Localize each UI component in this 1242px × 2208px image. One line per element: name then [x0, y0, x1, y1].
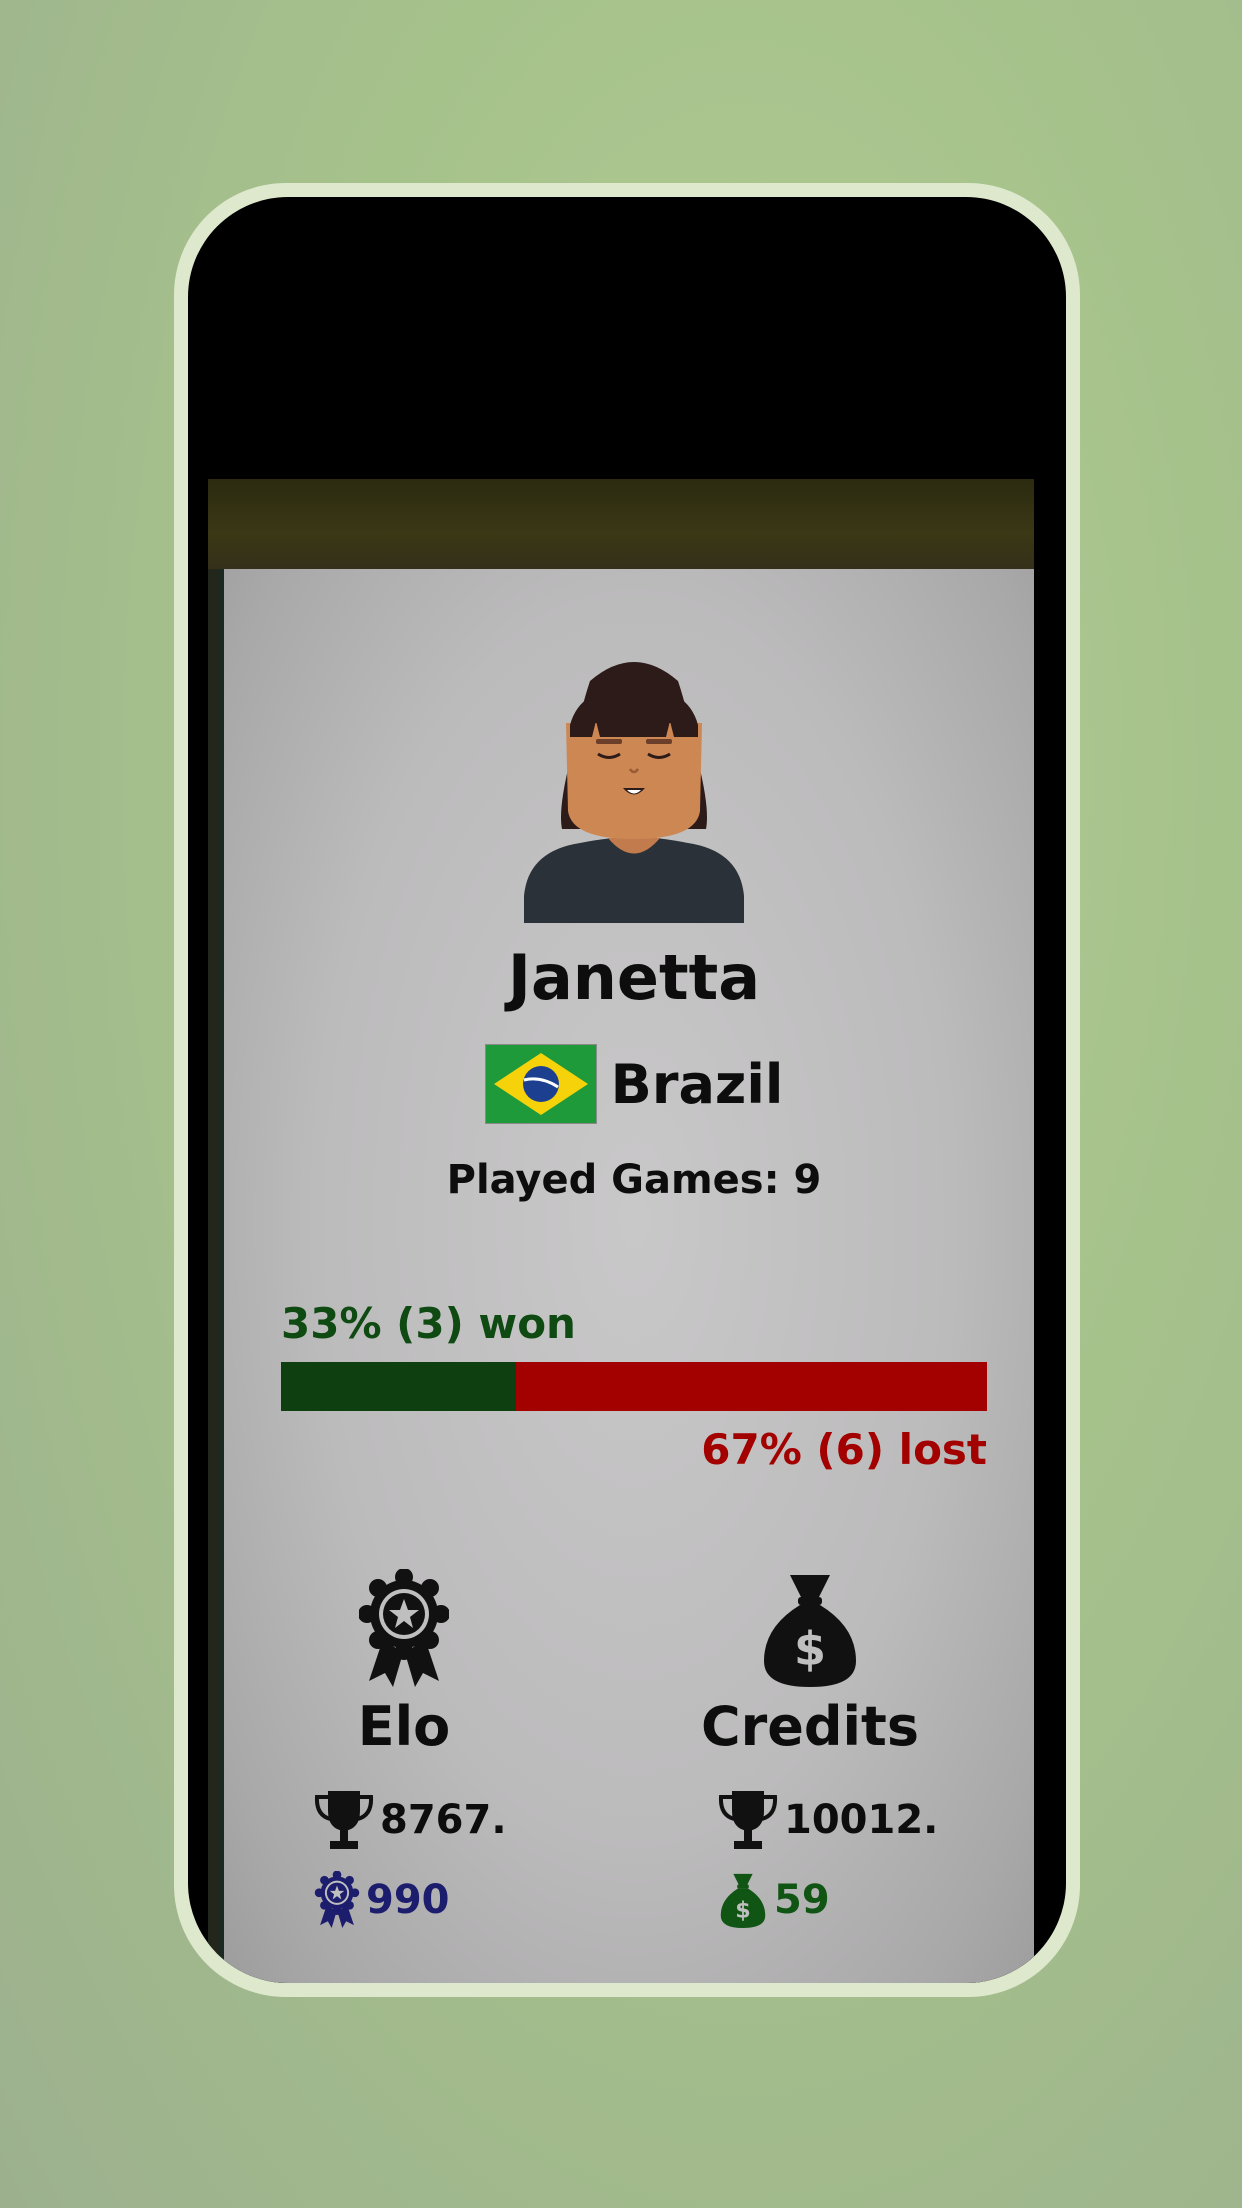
award-medal-icon [314, 1871, 360, 1929]
elo-section: Elo [254, 1569, 554, 1758]
svg-text:$: $ [794, 1622, 826, 1676]
phone-frame: Janetta Brazil Played Games: 9 33% (3) w… [174, 183, 1080, 1997]
credits-best-value: 10012. [784, 1797, 939, 1843]
elo-current-value: 990 [366, 1877, 450, 1923]
credits-current-value: 59 [774, 1877, 830, 1923]
country-row: Brazil [224, 1042, 1034, 1126]
trophy-icon [314, 1791, 374, 1849]
win-loss-bar [281, 1362, 987, 1411]
elo-best-row: 8767. [314, 1789, 507, 1851]
lost-label: 67% (6) lost [701, 1425, 987, 1474]
money-bag-icon: $ [764, 1575, 856, 1687]
won-label: 33% (3) won [281, 1299, 576, 1348]
credits-current-row: $ 59 [718, 1871, 830, 1929]
award-medal-icon [359, 1569, 449, 1687]
game-screen: Janetta Brazil Played Games: 9 33% (3) w… [208, 479, 1034, 1983]
elo-best-value: 8767. [380, 1797, 507, 1843]
money-bag-icon: $ [720, 1873, 766, 1929]
played-games: Played Games: 9 [446, 1157, 822, 1203]
player-profile-card[interactable]: Janetta Brazil Played Games: 9 33% (3) w… [224, 569, 1034, 1983]
svg-text:$: $ [735, 1897, 750, 1923]
elo-title: Elo [357, 1695, 451, 1758]
credits-title: Credits [700, 1695, 919, 1758]
phone-body: Janetta Brazil Played Games: 9 33% (3) w… [188, 197, 1066, 1983]
avatar [524, 662, 744, 923]
credits-best-row: 10012. [718, 1789, 938, 1851]
trophy-icon [718, 1791, 778, 1849]
table-top-border [208, 479, 1034, 569]
elo-current-row: 990 [314, 1871, 450, 1929]
country-name: Brazil [610, 1052, 784, 1116]
player-name: Janetta [507, 941, 761, 1014]
credits-section: $ Credits [660, 1569, 960, 1758]
brazil-flag-icon [484, 1044, 597, 1124]
win-bar-fill [281, 1362, 517, 1411]
